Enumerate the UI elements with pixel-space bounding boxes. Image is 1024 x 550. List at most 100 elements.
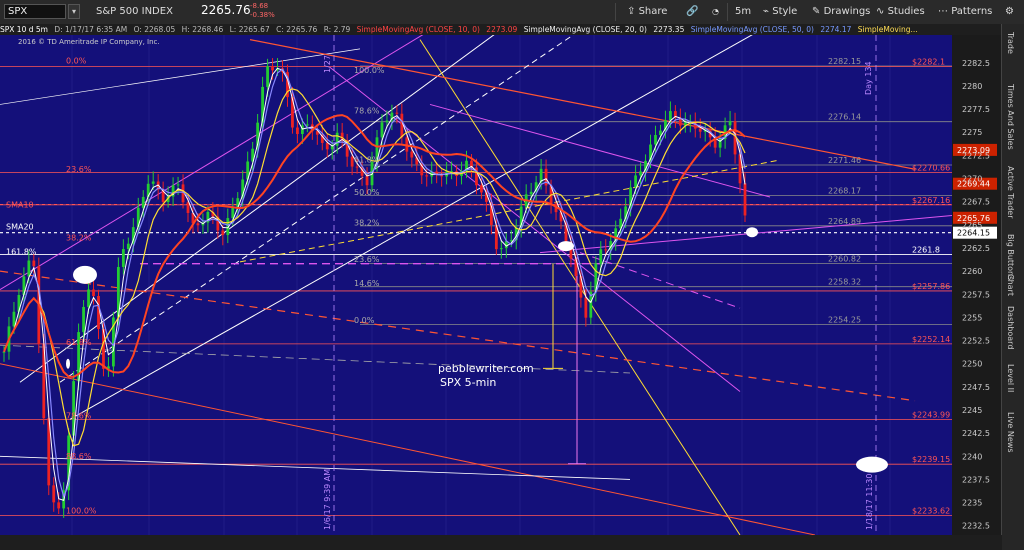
- sidebar-tab-chart[interactable]: Chart: [1006, 274, 1015, 296]
- candle-body: [186, 202, 190, 213]
- candle-body: [32, 260, 36, 267]
- candle-body: [743, 183, 747, 216]
- fib-label-2: 14.6%: [354, 279, 380, 288]
- candle-body: [151, 181, 155, 184]
- link-icon: 🔗: [686, 6, 699, 17]
- price-change-pct: -0.38%: [250, 11, 275, 19]
- alert-button[interactable]: ◔: [712, 4, 719, 20]
- price-level-label: $2233.62: [912, 506, 950, 515]
- share-icon: ⇪: [627, 6, 636, 17]
- fib-label-2: 61.8%: [354, 156, 380, 165]
- candle-body: [355, 166, 359, 168]
- candle-body: [92, 289, 95, 296]
- fib-label-2: 38.2%: [354, 219, 380, 228]
- price-change: -8.68: [250, 2, 269, 10]
- price-level-label: 2261.8: [912, 245, 940, 254]
- y-tick-label: 2267.5: [962, 198, 990, 207]
- sidebar-tab-dashboard[interactable]: Dashboard: [1006, 306, 1015, 349]
- price-level-label: $2252.14: [912, 335, 950, 344]
- fib-label-2: 23.6%: [354, 255, 380, 264]
- fib-label-2: 100.0%: [354, 66, 385, 75]
- study-info-bar: SPX 10 d 5m D: 1/17/17 6:35 AM O: 2268.0…: [0, 24, 1024, 35]
- style-button[interactable]: ⌁ Style: [763, 4, 797, 20]
- grey-level-label: 2268.17: [828, 186, 861, 195]
- candle-body: [121, 249, 125, 267]
- candle-body: [584, 297, 588, 318]
- studies-icon: ∿: [876, 6, 885, 17]
- y-tick-label: 2277.5: [962, 105, 990, 114]
- sidebar-tab-active-trader[interactable]: Active Trader: [1006, 166, 1015, 218]
- candle-body: [480, 185, 483, 193]
- y-tick-label: 2255: [962, 313, 982, 322]
- price-level-label: $2257.86: [912, 282, 950, 291]
- sma10-tag: SMA10: [6, 200, 34, 209]
- patterns-button[interactable]: ⋯ Patterns: [938, 4, 992, 20]
- candle-body: [296, 127, 299, 135]
- grey-level-label: 2258.32: [828, 278, 861, 287]
- share-button[interactable]: ⇪ Share: [627, 4, 667, 20]
- fib-label: 23.6%: [66, 165, 92, 174]
- sma20-tag: SMA20: [6, 223, 34, 232]
- copyright-text: 2016 © TD Ameritrade IP Company, Inc.: [18, 38, 160, 46]
- studies-button[interactable]: ∿ Studies: [876, 4, 925, 20]
- candle-body: [654, 135, 657, 145]
- marker-ellipse: [73, 265, 97, 284]
- chart-style-icon: ⌁: [763, 6, 770, 17]
- y-tick-label: 2282.5: [962, 59, 990, 68]
- y-tick-label: 2237.5: [962, 475, 990, 484]
- candle-body: [176, 184, 180, 186]
- y-tick-label: 2245: [962, 406, 982, 415]
- candle-body: [599, 249, 603, 264]
- candle-body: [698, 128, 702, 132]
- candle-body: [57, 502, 61, 509]
- candle-body: [271, 66, 274, 71]
- candle-body: [27, 260, 31, 277]
- drawings-button[interactable]: ✎ Drawings: [812, 4, 870, 20]
- grey-level-label: 2271.46: [828, 156, 861, 165]
- link-button[interactable]: 🔗: [686, 4, 698, 20]
- candle-body: [380, 122, 384, 138]
- period-button[interactable]: 5m: [735, 4, 751, 20]
- y-tick-label: 2262.5: [962, 244, 990, 253]
- y-tick-label: 2242.5: [962, 429, 990, 438]
- cycle-day-label: Day 134: [864, 61, 873, 95]
- fib-label-2: 0.0%: [354, 316, 375, 325]
- y-tick-label: 2247.5: [962, 383, 990, 392]
- price-chart[interactable]: 2282.15 2276.14 2271.46 2268.17 2264.89 2260.…: [0, 35, 1002, 550]
- sidebar-tab-live-news[interactable]: Live News: [1006, 412, 1015, 453]
- symbol-input[interactable]: SPX: [4, 4, 66, 19]
- candle-body: [231, 207, 235, 219]
- marker-ellipse: [66, 358, 70, 369]
- candle-body: [604, 249, 608, 251]
- right-sidebar: Trade Times And Sales Active Trader Big But…: [1001, 24, 1024, 550]
- patterns-icon: ⋯: [938, 6, 948, 17]
- sidebar-tab-trade[interactable]: Trade: [1006, 32, 1015, 54]
- watermark-line-1: pebblewriter.com: [438, 362, 534, 375]
- y-tick-label: 2260: [962, 267, 982, 276]
- fib-label: 0.0%: [66, 57, 87, 66]
- pencil-icon: ✎: [812, 6, 821, 17]
- gear-icon: ⚙: [1005, 6, 1014, 17]
- candle-body: [305, 124, 309, 126]
- marker-ellipse: [856, 456, 888, 473]
- candle-body: [52, 485, 56, 503]
- price-level-label: $2282.1: [912, 57, 945, 66]
- sidebar-tab-times-and-sales[interactable]: Times And Sales: [1006, 84, 1015, 150]
- toolbar: SPX ▾ S&P 500 INDEX 2265.76 -8.68 -0.38%…: [0, 0, 1024, 25]
- price-level-label: $2239.15: [912, 455, 950, 464]
- y-tick-label: 2252.5: [962, 337, 990, 346]
- grey-level-label: 2276.14: [828, 113, 861, 122]
- grey-level-label: 2260.82: [828, 255, 861, 264]
- price-level-label: $2243.99: [912, 410, 950, 419]
- fib-label: 61.8%: [66, 338, 92, 347]
- y-tick-label: 2235: [962, 499, 982, 508]
- settings-button[interactable]: ⚙: [1005, 4, 1014, 20]
- candle-body: [529, 191, 533, 195]
- candle-body: [385, 120, 389, 123]
- sidebar-tab-level-ii[interactable]: Level II: [1006, 364, 1015, 392]
- candle-body: [365, 175, 369, 186]
- candle-body: [82, 306, 85, 333]
- candle-body: [639, 171, 642, 176]
- symbol-dropdown-button[interactable]: ▾: [68, 4, 80, 19]
- candle-body: [126, 243, 130, 250]
